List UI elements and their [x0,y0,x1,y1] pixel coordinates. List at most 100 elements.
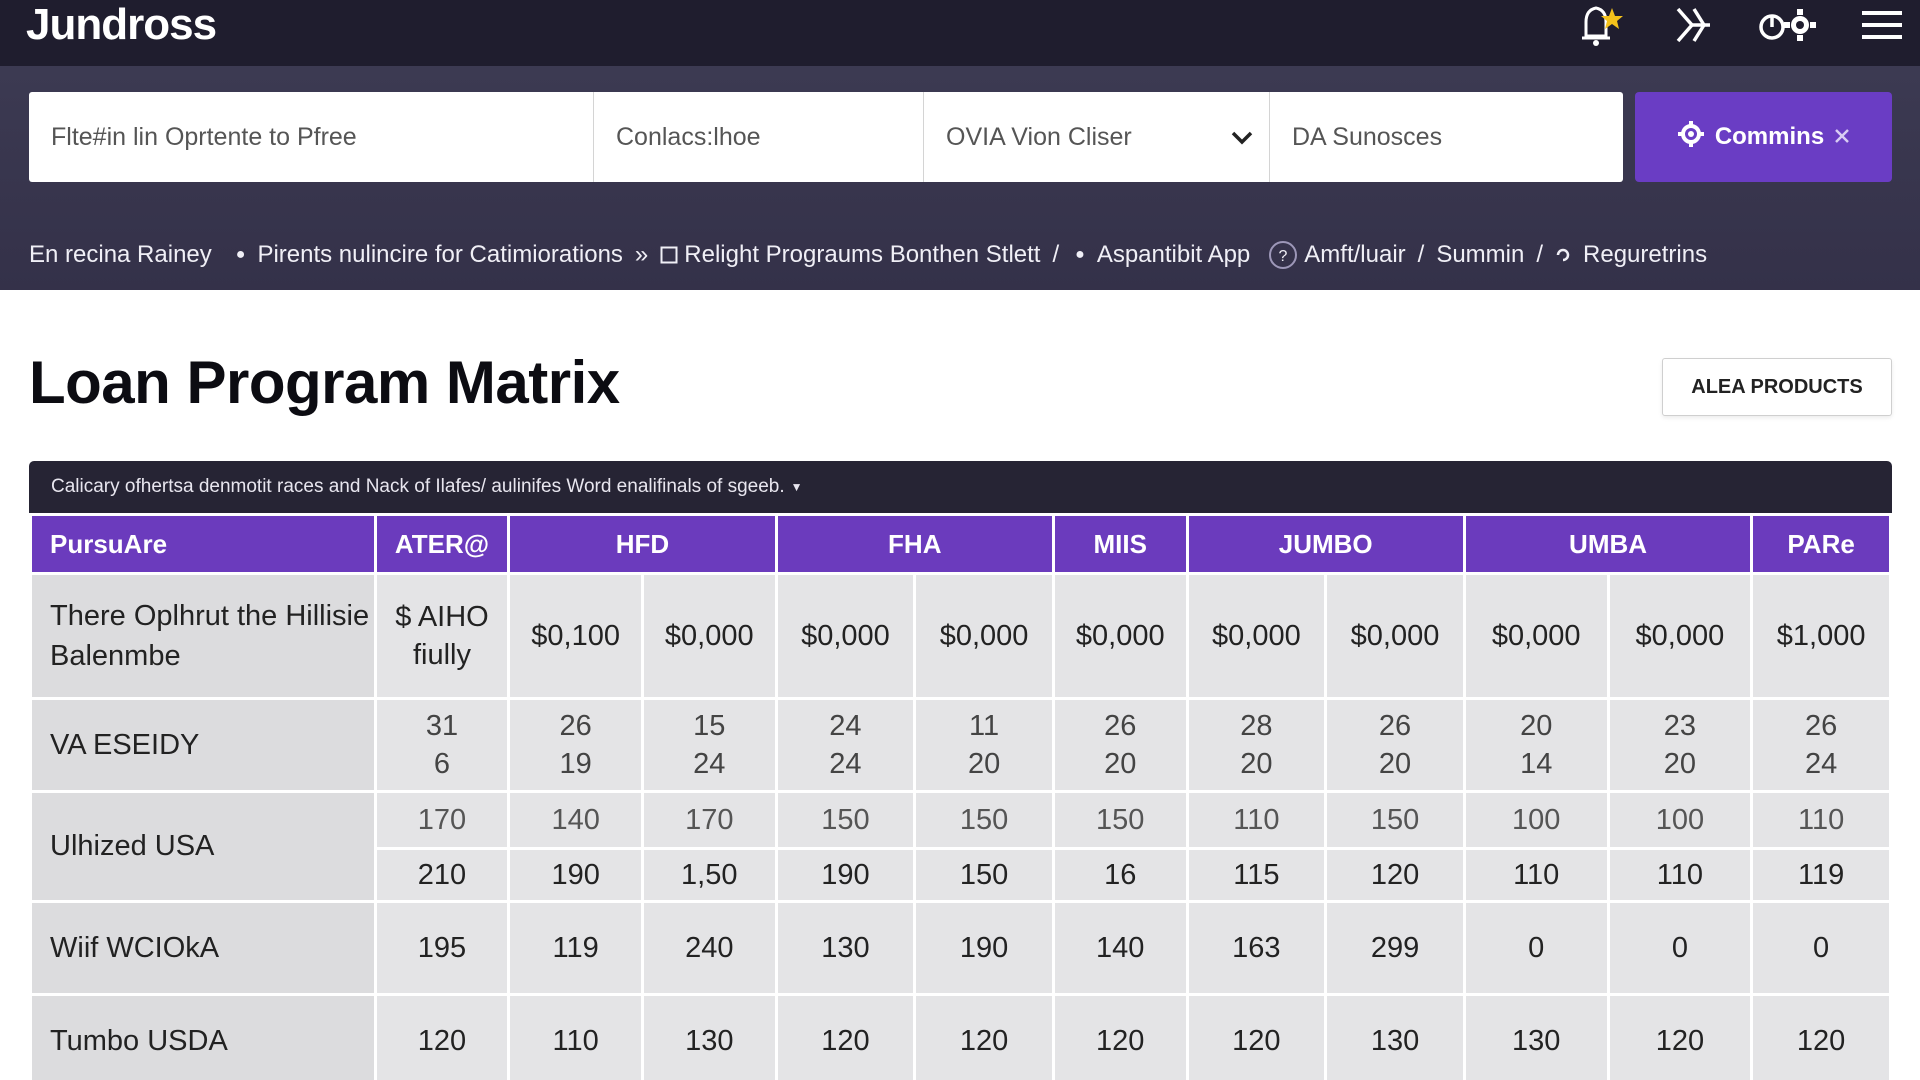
cell-value-bottom: 20 [1104,748,1137,780]
app-logo[interactable]: Jundross [26,0,217,50]
table-cell: 119 [1753,850,1889,900]
cell-value-bottom: 19 [559,748,592,780]
table-cell: $1,000 [1753,575,1889,697]
table-cell: 0 [1609,903,1751,993]
help-circle-icon[interactable]: ? [1268,240,1298,270]
filter-row: Flte#in lin Oprtente to Pfree Conlacs:lh… [29,92,1623,182]
table-cell: 1,50 [643,850,775,900]
sources-filter-input[interactable]: DA Sunosces [1270,92,1623,182]
commins-button[interactable]: Commins [1635,92,1892,182]
power-settings-icon[interactable] [1758,5,1818,45]
table-cell: 120 [1609,996,1751,1080]
cell-value-top: 23 [1663,710,1697,742]
column-header[interactable]: PARe [1753,516,1889,572]
table-cell: 210 [376,850,508,900]
double-chevron-icon: » [634,241,649,268]
info-dot-icon: ● [235,246,246,263]
table-cell: 130 [777,903,914,993]
cell-value-top: 26 [1804,710,1838,742]
table-cell: 190 [777,850,914,900]
table-body: There Oplhrut the Hillisie Balenmbe $ AIH… [32,575,1889,1080]
table-cell: 11 20 [916,700,1052,790]
table-row[interactable]: Tumbo USDA 120 110 130 120 120 120 120 130 130 120… [32,996,1889,1080]
loan-matrix-table: PursuAre ATER@ HFD FHA MIIS JUMBO UMBA P… [29,513,1892,1080]
cell-value-top: 24 [829,710,862,742]
alea-products-button[interactable]: ALEA PRODUCTS [1662,358,1892,416]
column-header[interactable]: FHA [777,516,1052,572]
row-label: Ulhized USA [32,793,374,900]
table-cell: $0,000 [1188,575,1325,697]
table-cell: 110 [510,996,641,1080]
table-cell: 190 [510,850,641,900]
table-cell: 120 [916,996,1052,1080]
cell-value-top: 28 [1240,710,1273,742]
table-cell: 15 24 [643,700,775,790]
table-cell: 110 [1753,793,1889,847]
table-cell: 190 [916,903,1052,993]
table-cell: 31 6 [376,700,508,790]
table-row[interactable]: Ulhized USA 170 140 170 150 150 150 110 150 100 10… [32,793,1889,900]
table-cell: $0,000 [1327,575,1463,697]
cell-value-bottom: 24 [693,748,726,780]
breadcrumb-separator: / [1417,241,1425,268]
column-header[interactable]: UMBA [1465,516,1751,572]
topbar-icon-group [1576,0,1902,50]
table-row[interactable]: VA ESEIDY 31 6 26 19 15 24 24 24 11 20 26 20 28 20 26 20… [32,700,1889,790]
page-title: Loan Program Matrix [29,349,620,416]
table-note-dropdown[interactable]: Calicary ofhertsa denmotit races and Nac… [29,461,1892,513]
column-header[interactable]: ATER@ [376,516,508,572]
column-header[interactable]: JUMBO [1188,516,1463,572]
table-cell: 0 [1465,903,1607,993]
table-cell: 28 20 [1188,700,1325,790]
breadcrumb-separator: / [1536,241,1544,268]
table-row[interactable]: Wiif WCIOkA 195 119 240 130 190 140 163 299 0 0 0 [32,903,1889,993]
row-label: Tumbo USDA [32,996,374,1080]
table-cell: $0,000 [643,575,775,697]
share-network-icon[interactable] [1670,3,1714,47]
chevron-down-icon[interactable] [1231,124,1253,153]
cell-value-bottom: 20 [1378,748,1412,780]
table-cell: $0,000 [1609,575,1751,697]
table-row[interactable]: There Oplhrut the Hillisie Balenmbe $ AIH… [32,575,1889,697]
bell-star-icon[interactable] [1576,2,1626,48]
table-cell: $ AIHO fiully [376,575,508,697]
breadcrumb-item[interactable]: Relight Prograums Bonthen Stlett [684,241,1040,269]
column-header[interactable]: MIIS [1054,516,1186,572]
program-filter-input[interactable]: Flte#in lin Oprtente to Pfree [29,92,594,182]
hamburger-menu-icon[interactable] [1862,9,1902,41]
table-cell: 26 20 [1054,700,1186,790]
cell-value-bottom: 20 [967,748,1001,780]
breadcrumb-item[interactable]: Reguretrins [1583,241,1707,269]
cell-value-bottom: 24 [1804,748,1838,780]
table-cell: 0 [1753,903,1889,993]
breadcrumb-item[interactable]: Aspantibit App [1097,241,1250,269]
top-navigation-bar: Jundross [0,0,1920,66]
table-cell: 24 24 [777,700,914,790]
filter-panel: Flte#in lin Oprtente to Pfree Conlacs:lh… [0,66,1920,290]
table-cell: 150 [916,793,1052,847]
breadcrumb-item[interactable]: En recina Rainey [29,241,212,269]
table-cell: 163 [1188,903,1325,993]
table-cell: 20 14 [1465,700,1607,790]
table-cell: $0,000 [777,575,914,697]
table-cell: 240 [643,903,775,993]
table-cell: 110 [1465,850,1607,900]
breadcrumb-separator: / [1052,241,1060,268]
breadcrumb-item[interactable]: Pirents nulincire for Catimiorations [257,241,622,269]
table-cell: 16 [1054,850,1186,900]
checkbox-icon[interactable] [660,246,678,264]
table-cell: 100 [1465,793,1607,847]
closer-select[interactable]: OVIA Vion Cliser [924,92,1270,182]
breadcrumb-item[interactable]: Summin [1436,241,1524,269]
table-cell: 120 [376,996,508,1080]
table-cell: 150 [1054,793,1186,847]
closer-select-value: OVIA Vion Cliser [946,122,1132,151]
column-header[interactable]: HFD [510,516,775,572]
table-cell: 130 [643,996,775,1080]
breadcrumb-item[interactable]: Amft/luair [1304,241,1405,269]
cell-value-top: 31 [425,710,459,742]
table-cell: 26 19 [510,700,641,790]
contact-filter-input[interactable]: Conlacs:lhoe [594,92,924,182]
column-header[interactable]: PursuAre [32,516,374,572]
table-cell: $0,000 [1054,575,1186,697]
